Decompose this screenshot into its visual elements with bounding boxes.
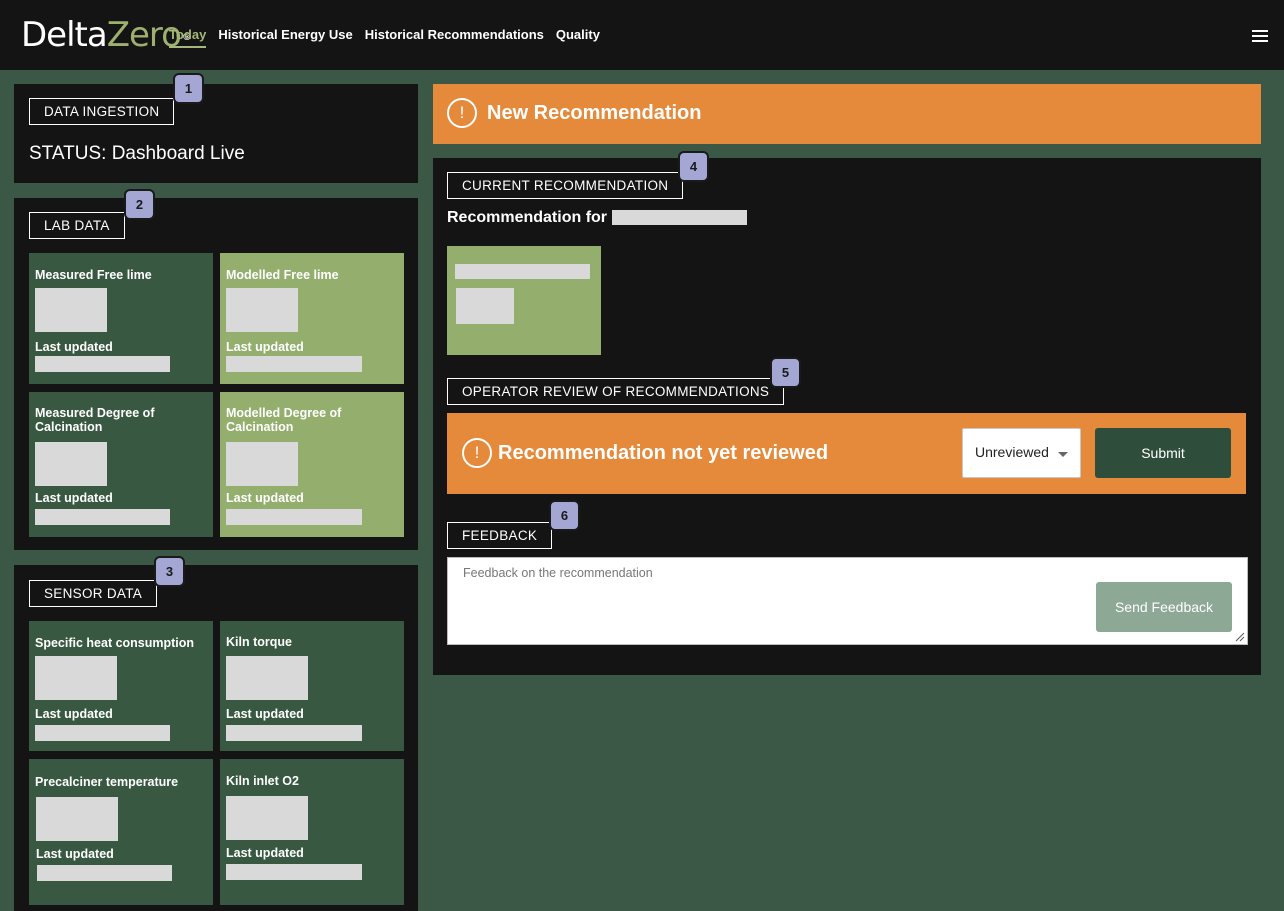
tile-title: Precalciner temperature — [35, 775, 179, 789]
recommendation-for-text: Recommendation for — [447, 209, 608, 226]
nav-tab-historical-recommendations[interactable]: Historical Recommendations — [365, 26, 544, 48]
new-recommendation-banner: ! New Recommendation — [433, 84, 1261, 144]
redacted-timestamp — [35, 356, 170, 372]
data-ingestion-label: DATA INGESTION — [29, 98, 175, 125]
recommendation-panel: CURRENT RECOMMENDATION Recommendation fo… — [433, 158, 1261, 675]
lab-data-label: LAB DATA — [29, 212, 125, 239]
step-badge-2: 2 — [124, 189, 155, 220]
redacted-timestamp — [226, 725, 362, 741]
tile-title: Measured Degree of Calcination — [35, 406, 155, 434]
redacted-timestamp — [226, 509, 362, 525]
redacted-value — [226, 796, 308, 840]
last-updated-label: Last updated — [226, 340, 304, 354]
redacted-timestamp — [35, 509, 170, 525]
tile-kiln-torque: Kiln torque Last updated — [220, 621, 404, 751]
deltazero-logo[interactable]: DeltaZero® — [21, 13, 192, 57]
send-feedback-button[interactable]: Send Feedback — [1096, 582, 1232, 632]
redacted-value — [226, 442, 298, 486]
redacted-value — [35, 442, 107, 486]
current-recommendation-label: CURRENT RECOMMENDATION — [447, 172, 684, 199]
menu-line — [1252, 35, 1268, 37]
step-badge-6: 6 — [549, 500, 580, 531]
redacted-value — [35, 288, 107, 332]
tile-title: Modelled Degree of Calcination — [226, 406, 342, 434]
chevron-down-icon — [1058, 452, 1068, 457]
tile-title: Kiln inlet O2 — [226, 774, 299, 788]
last-updated-label: Last updated — [35, 340, 113, 354]
redacted-timestamp — [226, 864, 362, 880]
last-updated-label: Last updated — [36, 847, 114, 861]
tile-precalciner-temperature: Precalciner temperature Last updated — [29, 759, 213, 905]
tile-modelled-degree-of-calcination: Modelled Degree of Calcination Last upda… — [220, 392, 404, 537]
logo-delta-text: Delta — [21, 15, 108, 55]
lab-data-panel: LAB DATA Measured Free lime Last updated… — [14, 198, 418, 550]
sensor-data-panel: SENSOR DATA Specific heat consumption La… — [14, 565, 418, 911]
last-updated-label: Last updated — [226, 846, 304, 860]
redacted-recommendation-target — [612, 210, 747, 225]
tile-modelled-free-lime: Modelled Free lime Last updated — [220, 253, 404, 384]
ingestion-status-text: STATUS: Dashboard Live — [29, 143, 245, 164]
menu-line — [1252, 40, 1268, 42]
tile-title: Specific heat consumption — [35, 636, 195, 650]
sensor-data-label: SENSOR DATA — [29, 580, 158, 607]
submit-review-button[interactable]: Submit — [1095, 428, 1231, 478]
menu-line — [1252, 30, 1268, 32]
redacted-value — [36, 797, 118, 841]
hamburger-menu-icon[interactable] — [1252, 30, 1268, 42]
exclamation-icon: ! — [447, 98, 477, 128]
nav-tab-today[interactable]: Today — [169, 26, 207, 48]
tile-specific-heat-consumption: Specific heat consumption Last updated — [29, 621, 213, 751]
redacted-timestamp — [226, 356, 362, 372]
review-status-bar: ! Recommendation not yet reviewed Unrevi… — [447, 413, 1246, 494]
step-badge-3: 3 — [154, 556, 185, 587]
review-status-selected-value: Unreviewed — [975, 444, 1049, 460]
redacted-timestamp — [37, 865, 172, 881]
redacted-value — [35, 656, 117, 700]
data-ingestion-panel: DATA INGESTION STATUS: Dashboard Live — [14, 84, 418, 183]
step-badge-5: 5 — [770, 357, 801, 388]
nav-tab-quality[interactable]: Quality — [556, 26, 600, 48]
operator-review-label: OPERATOR REVIEW OF RECOMMENDATIONS — [447, 378, 785, 405]
redacted-timestamp — [35, 725, 170, 741]
tile-title: Kiln torque — [226, 635, 292, 649]
exclamation-icon: ! — [462, 438, 492, 468]
step-badge-1: 1 — [173, 73, 204, 104]
tile-measured-free-lime: Measured Free lime Last updated — [29, 253, 213, 384]
feedback-field-container: Send Feedback — [447, 557, 1248, 645]
redacted-value — [226, 288, 298, 332]
redacted-recommendation-value — [456, 288, 514, 324]
tile-measured-degree-of-calcination: Measured Degree of Calcination Last upda… — [29, 392, 213, 537]
redacted-value — [226, 656, 308, 700]
new-recommendation-text: New Recommendation — [487, 102, 702, 124]
last-updated-label: Last updated — [35, 707, 113, 721]
redacted-recommendation-title — [455, 264, 590, 279]
feedback-label: FEEDBACK — [447, 522, 553, 549]
tile-title: Measured Free lime — [35, 268, 152, 282]
recommendation-tile — [447, 246, 601, 355]
last-updated-label: Last updated — [226, 707, 304, 721]
review-status-select[interactable]: Unreviewed — [962, 428, 1081, 478]
step-badge-4: 4 — [678, 151, 709, 182]
main-nav: Today Historical Energy Use Historical R… — [169, 26, 612, 48]
last-updated-label: Last updated — [35, 491, 113, 505]
top-navigation-bar: DeltaZero® Today Historical Energy Use H… — [0, 0, 1284, 70]
tile-kiln-inlet-o2: Kiln inlet O2 Last updated — [220, 759, 404, 905]
tile-title: Modelled Free lime — [226, 268, 339, 282]
nav-tab-historical-energy-use[interactable]: Historical Energy Use — [218, 26, 352, 48]
resize-handle-icon[interactable] — [1235, 632, 1245, 642]
last-updated-label: Last updated — [226, 491, 304, 505]
review-status-text: Recommendation not yet reviewed — [498, 442, 829, 464]
